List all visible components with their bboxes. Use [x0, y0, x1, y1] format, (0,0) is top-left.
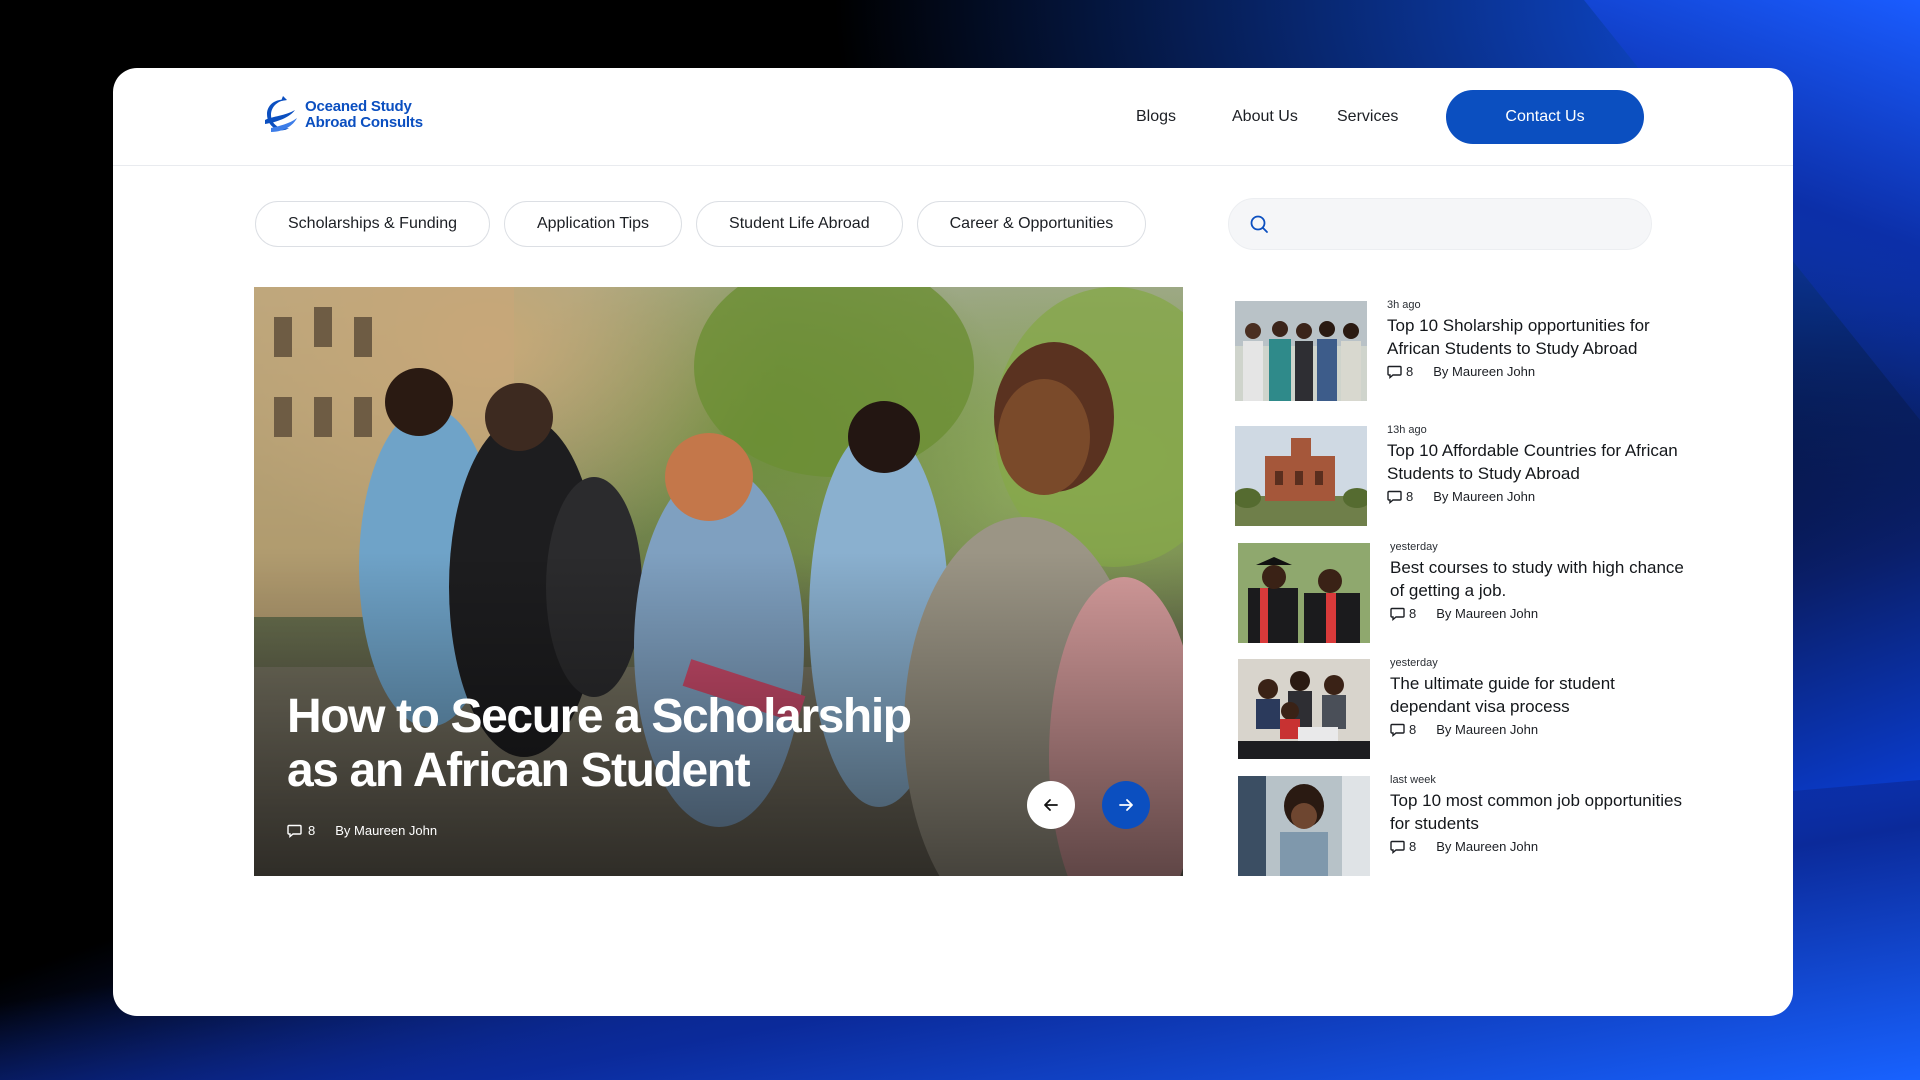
- post-thumbnail: [1235, 426, 1367, 526]
- post-title[interactable]: Top 10 Sholarship opportunities for Afri…: [1387, 314, 1687, 360]
- post-thumbnail: [1238, 543, 1370, 643]
- comment-icon: [1387, 490, 1402, 504]
- featured-post-title[interactable]: How to Secure a Scholarship as an Africa…: [287, 690, 927, 798]
- globe-swoosh-icon: [265, 96, 297, 132]
- post-author: By Maureen John: [1436, 606, 1539, 621]
- category-filters: Scholarships & Funding Application Tips …: [255, 201, 1147, 247]
- post-thumbnail: [1238, 776, 1370, 876]
- post-author: By Maureen John: [1436, 839, 1539, 854]
- post-thumbnail: [1235, 301, 1367, 401]
- search-input[interactable]: [1281, 215, 1621, 233]
- logo-line-2: Abroad Consults: [305, 114, 423, 131]
- post-thumbnail: [1238, 659, 1370, 759]
- logo-text: Oceaned Study Abroad Consults: [305, 99, 423, 131]
- filter-chip-application-tips[interactable]: Application Tips: [503, 201, 683, 247]
- post-time: 3h ago: [1387, 299, 1421, 311]
- post-item[interactable]: 13h ago Top 10 Affordable Countries for …: [1235, 424, 1687, 526]
- post-author: By Maureen John: [1433, 364, 1536, 379]
- post-title[interactable]: The ultimate guide for student dependant…: [1390, 672, 1690, 718]
- arrow-left-icon: [1044, 799, 1058, 811]
- comment-count: 8: [1406, 489, 1414, 504]
- comment-count: 8: [1409, 606, 1417, 621]
- nav-blogs[interactable]: Blogs: [1136, 108, 1176, 126]
- nav-about-us[interactable]: About Us: [1232, 108, 1298, 126]
- post-author: By Maureen John: [1436, 722, 1539, 737]
- next-slide-button[interactable]: [1102, 781, 1150, 829]
- post-item[interactable]: yesterday Best courses to study with hig…: [1238, 541, 1690, 643]
- featured-author: By Maureen John: [335, 823, 438, 838]
- filter-chip-student-life[interactable]: Student Life Abroad: [696, 201, 903, 247]
- comment-icon: [1390, 840, 1405, 854]
- post-meta: 8 By Maureen John: [1387, 364, 1687, 379]
- logo-line-1: Oceaned Study: [305, 98, 412, 115]
- header: Oceaned Study Abroad Consults Blogs Abou…: [113, 68, 1793, 166]
- post-time: yesterday: [1390, 541, 1438, 553]
- featured-comment-count: 8: [308, 823, 316, 838]
- post-title[interactable]: Top 10 most common job opportunities for…: [1390, 789, 1690, 835]
- filter-chip-career[interactable]: Career & Opportunities: [916, 201, 1147, 247]
- page-card: Oceaned Study Abroad Consults Blogs Abou…: [113, 68, 1793, 1016]
- comment-icon: [1390, 723, 1405, 737]
- featured-title-line-2: as an African Student: [287, 744, 751, 797]
- comment-icon: [1390, 607, 1405, 621]
- comment-count: 8: [1406, 364, 1414, 379]
- filter-chip-scholarships[interactable]: Scholarships & Funding: [255, 201, 490, 247]
- previous-slide-button[interactable]: [1027, 781, 1075, 829]
- post-meta: 8 By Maureen John: [1390, 722, 1690, 737]
- comment-icon: [1387, 365, 1402, 379]
- post-time: yesterday: [1390, 657, 1438, 669]
- comment-count: 8: [1409, 722, 1417, 737]
- contact-us-button[interactable]: Contact Us: [1446, 90, 1644, 144]
- comment-count: 8: [1409, 839, 1417, 854]
- post-item[interactable]: last week Top 10 most common job opportu…: [1238, 774, 1690, 876]
- featured-post[interactable]: How to Secure a Scholarship as an Africa…: [254, 287, 1183, 876]
- nav-services[interactable]: Services: [1337, 108, 1398, 126]
- post-meta: 8 By Maureen John: [1390, 606, 1690, 621]
- search-icon: [1250, 215, 1268, 233]
- post-meta: 8 By Maureen John: [1387, 489, 1687, 504]
- logo[interactable]: Oceaned Study Abroad Consults: [261, 94, 423, 136]
- post-author: By Maureen John: [1433, 489, 1536, 504]
- featured-post-meta: 8 By Maureen John: [287, 823, 437, 838]
- post-time: 13h ago: [1387, 424, 1427, 436]
- post-title[interactable]: Best courses to study with high chance o…: [1390, 556, 1690, 602]
- post-item[interactable]: yesterday The ultimate guide for student…: [1238, 657, 1690, 759]
- post-item[interactable]: 3h ago Top 10 Sholarship opportunities f…: [1235, 299, 1687, 401]
- search-bar[interactable]: [1228, 198, 1652, 250]
- post-meta: 8 By Maureen John: [1390, 839, 1690, 854]
- arrow-right-icon: [1119, 799, 1133, 811]
- post-title[interactable]: Top 10 Affordable Countries for African …: [1387, 439, 1687, 485]
- comment-icon: [287, 824, 302, 838]
- featured-title-line-1: How to Secure a Scholarship: [287, 690, 912, 743]
- post-time: last week: [1390, 774, 1436, 786]
